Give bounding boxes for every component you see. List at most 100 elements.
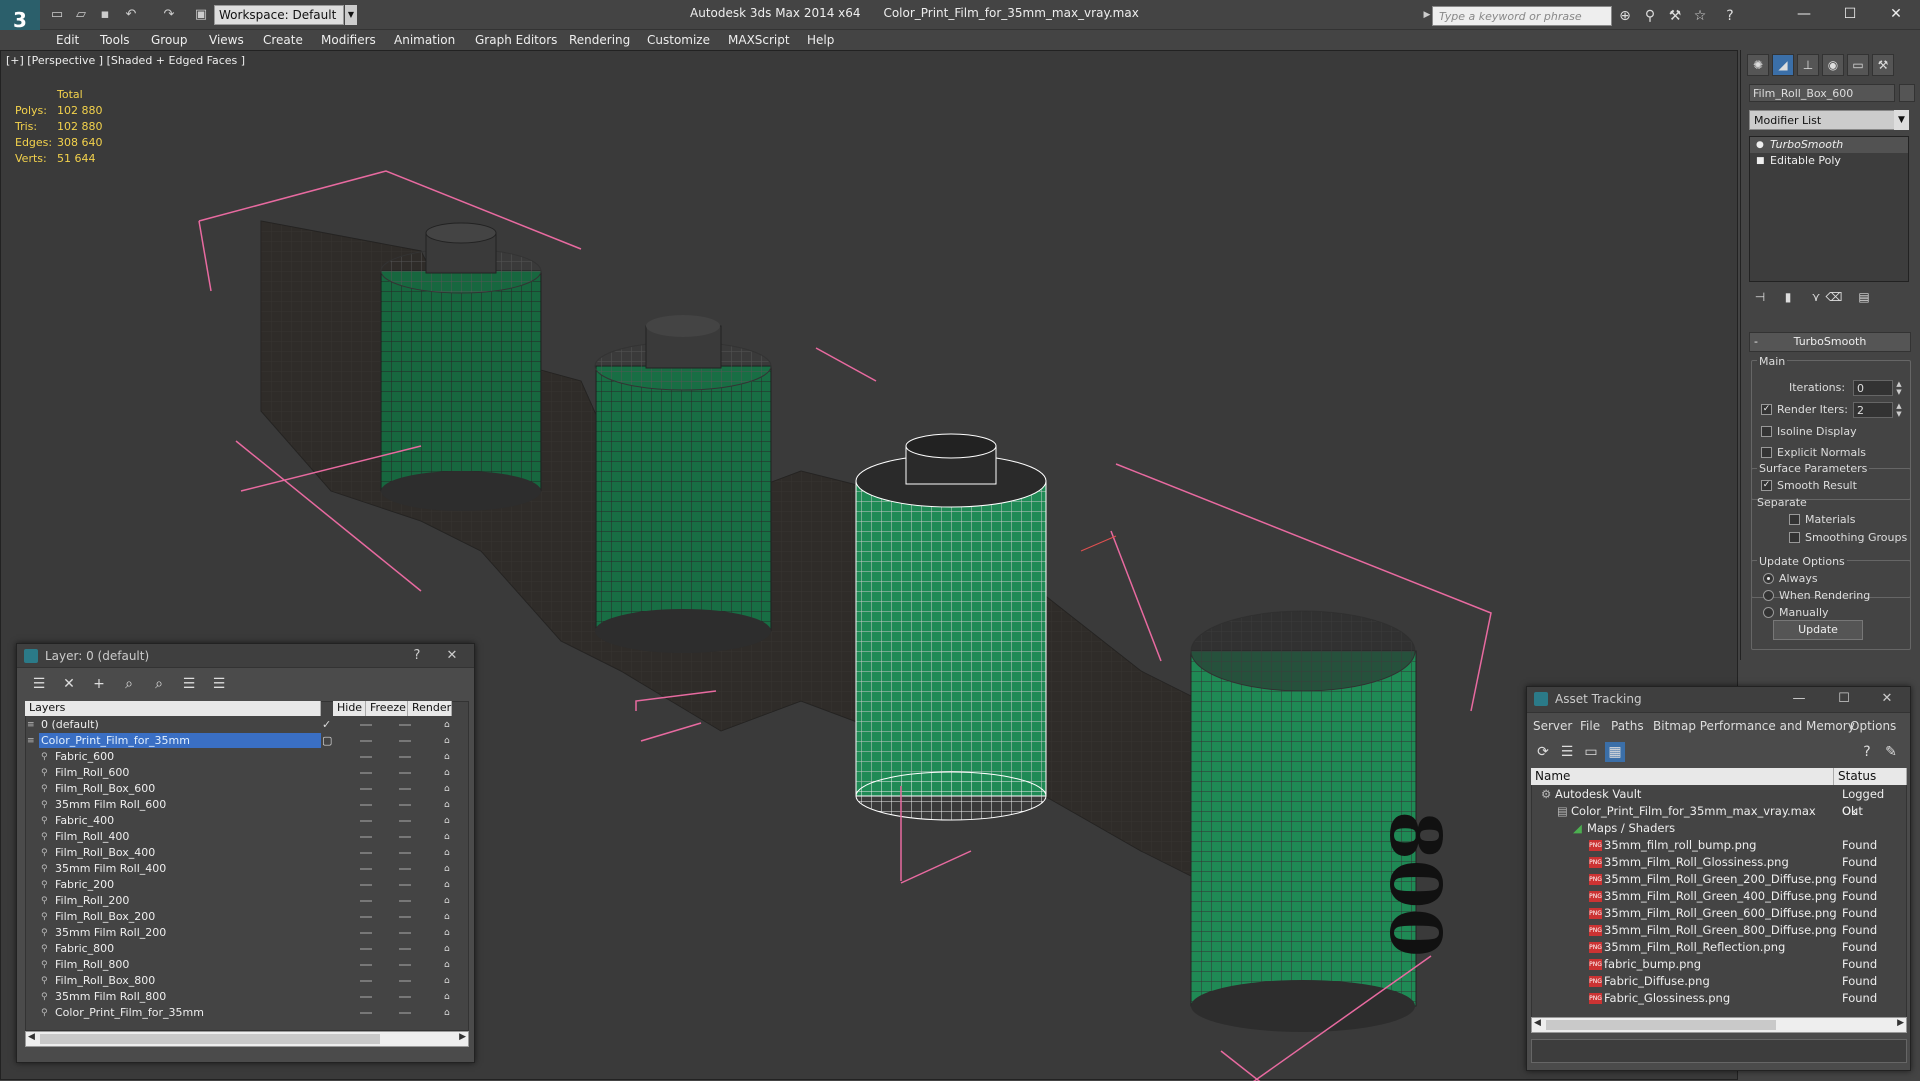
layer-row[interactable]: ⚲ Film_Roll_Box_200 ⌂ <box>25 909 475 925</box>
layer-row[interactable]: ⚲ Film_Roll_Box_600 ⌂ <box>25 781 475 797</box>
column-freeze[interactable]: Freeze <box>366 701 408 716</box>
modifier-list-dropdown[interactable]: Modifier List <box>1749 110 1909 130</box>
menu-animation[interactable]: Animation <box>394 33 455 47</box>
freeze-toggle[interactable] <box>399 772 411 774</box>
render-toggle-icon[interactable]: ⌂ <box>444 896 454 906</box>
asset-row[interactable]: PNG 35mm_Film_Roll_Glossiness.png Found <box>1533 854 1908 871</box>
render-toggle-icon[interactable]: ⌂ <box>444 864 454 874</box>
column-name[interactable]: Name <box>1531 768 1834 785</box>
configure-modifier-sets-icon[interactable]: ▤ <box>1855 290 1873 308</box>
hide-toggle[interactable] <box>360 884 372 886</box>
asset-panel-header[interactable]: Asset Tracking — ☐ ✕ <box>1527 687 1910 713</box>
hide-toggle[interactable] <box>360 916 372 918</box>
freeze-toggle[interactable] <box>399 948 411 950</box>
layer-row[interactable]: ⚲ 35mm Film Roll_200 ⌂ <box>25 925 475 941</box>
menu-options[interactable]: Options <box>1850 719 1896 733</box>
minimize-icon[interactable]: — <box>1789 690 1809 708</box>
scrollbar-thumb[interactable] <box>1546 1020 1776 1030</box>
asset-row[interactable]: PNG 35mm_Film_Roll_Green_800_Diffuse.png F… <box>1533 922 1908 939</box>
freeze-toggle[interactable] <box>399 836 411 838</box>
redo-icon[interactable]: ↷ <box>160 6 178 24</box>
hide-all-icon[interactable]: ☰ <box>179 674 199 694</box>
active-layer-check-icon[interactable]: ✓ <box>322 717 331 733</box>
column-render[interactable]: Render <box>408 701 452 716</box>
layer-panel-header[interactable]: Layer: 0 (default) ? ✕ <box>17 644 474 668</box>
freeze-toggle[interactable] <box>399 964 411 966</box>
search-input[interactable]: Type a keyword or phrase <box>1432 6 1612 26</box>
asset-row[interactable]: ▤ Color_Print_Film_for_35mm_max_vray.max O… <box>1533 803 1908 820</box>
hide-toggle[interactable] <box>360 996 372 998</box>
layer-row[interactable]: ⚲ Film_Roll_Box_400 ⌂ <box>25 845 475 861</box>
freeze-toggle[interactable] <box>399 804 411 806</box>
horizontal-scrollbar[interactable]: ◀ ▶ <box>1531 1017 1907 1033</box>
asset-row[interactable]: ⚙ Autodesk Vault Logged Out <box>1533 786 1908 818</box>
menu-customize[interactable]: Customize <box>647 33 710 47</box>
autodesk-360-icon[interactable]: ⚒ <box>1665 6 1685 26</box>
select-objects-icon[interactable]: ⌕ <box>119 674 139 694</box>
freeze-toggle[interactable] <box>399 980 411 982</box>
turbosmooth-rollout-header[interactable]: - TurboSmooth <box>1749 332 1911 352</box>
render-iters-checkbox[interactable]: ✓ <box>1761 404 1772 415</box>
hide-toggle[interactable] <box>360 756 372 758</box>
asset-row[interactable]: PNG Fabric_Diffuse.png Found <box>1533 973 1908 990</box>
spinner-arrows-icon[interactable]: ▲ ▼ <box>1894 380 1904 396</box>
save-icon[interactable]: ▪ <box>96 6 114 24</box>
horizontal-scrollbar[interactable]: ◀ ▶ <box>25 1031 469 1047</box>
scrollbar-thumb[interactable] <box>40 1034 380 1044</box>
freeze-toggle[interactable] <box>399 916 411 918</box>
freeze-toggle[interactable] <box>399 900 411 902</box>
pin-stack-icon[interactable]: ⊣ <box>1751 290 1769 308</box>
column-layers[interactable]: Layers <box>25 701 321 716</box>
smooth-result-checkbox[interactable]: ✓ <box>1761 480 1772 491</box>
render-toggle-icon[interactable]: ⌂ <box>444 736 454 746</box>
layer-row[interactable]: ⚲ Fabric_600 ⌂ <box>25 749 475 765</box>
object-name-field[interactable]: Film_Roll_Box_600 <box>1749 84 1895 102</box>
stack-item-turbosmooth[interactable]: ● TurboSmooth <box>1750 137 1908 153</box>
delete-layer-icon[interactable]: ✕ <box>59 674 79 694</box>
layer-row[interactable]: ⚲ Fabric_400 ⌂ <box>25 813 475 829</box>
menu-file[interactable]: File <box>1580 719 1600 733</box>
new-file-icon[interactable]: ▭ <box>48 6 66 24</box>
render-toggle-icon[interactable]: ⌂ <box>444 912 454 922</box>
asset-row[interactable]: PNG 35mm_Film_Roll_Green_400_Diffuse.png F… <box>1533 888 1908 905</box>
hierarchy-tab-icon[interactable]: ⊥ <box>1797 54 1819 76</box>
materials-checkbox[interactable] <box>1789 514 1800 525</box>
freeze-toggle[interactable] <box>399 868 411 870</box>
help-icon[interactable]: ? <box>407 647 427 665</box>
menu-create[interactable]: Create <box>263 33 303 47</box>
explicit-normals-checkbox[interactable] <box>1761 447 1772 458</box>
freeze-toggle[interactable] <box>399 740 411 742</box>
close-icon[interactable]: ✕ <box>1877 690 1897 708</box>
render-toggle-icon[interactable]: ⌂ <box>444 848 454 858</box>
hide-toggle[interactable] <box>360 964 372 966</box>
layer-row[interactable]: ⚲ 35mm Film Roll_400 ⌂ <box>25 861 475 877</box>
freeze-toggle[interactable] <box>399 788 411 790</box>
workspace-dropdown-icon[interactable]: ▼ <box>345 5 357 25</box>
hide-toggle[interactable] <box>360 836 372 838</box>
render-toggle-icon[interactable]: ⌂ <box>444 768 454 778</box>
layer-row[interactable]: ⚲ Color_Print_Film_for_35mm ⌂ <box>25 1005 475 1021</box>
menu-bitmap-performance[interactable]: Bitmap Performance and Memory <box>1653 719 1855 733</box>
maximize-icon[interactable]: ☐ <box>1834 690 1854 708</box>
isoline-display-checkbox[interactable] <box>1761 426 1772 437</box>
freeze-toggle[interactable] <box>399 1012 411 1014</box>
freeze-toggle[interactable] <box>399 820 411 822</box>
render-toggle-icon[interactable]: ⌂ <box>444 752 454 762</box>
hide-toggle[interactable] <box>360 948 372 950</box>
menu-edit[interactable]: Edit <box>56 33 79 47</box>
freeze-toggle[interactable] <box>399 852 411 854</box>
render-toggle-icon[interactable]: ⌂ <box>444 832 454 842</box>
iterations-spinner[interactable]: 0 <box>1853 380 1893 396</box>
undo-icon[interactable]: ↶ <box>122 6 140 24</box>
render-toggle-icon[interactable]: ⌂ <box>444 960 454 970</box>
freeze-toggle[interactable] <box>399 756 411 758</box>
manually-radio[interactable] <box>1763 607 1774 618</box>
asset-row[interactable]: PNG 35mm_film_roll_bump.png Found <box>1533 837 1908 854</box>
render-toggle-icon[interactable]: ⌂ <box>444 816 454 826</box>
menu-group[interactable]: Group <box>151 33 188 47</box>
hide-toggle[interactable] <box>360 804 372 806</box>
refresh-icon[interactable]: ⟳ <box>1533 742 1553 762</box>
minimize-button[interactable]: — <box>1782 2 1826 26</box>
layer-row[interactable]: ⚲ Film_Roll_200 ⌂ <box>25 893 475 909</box>
object-color-swatch[interactable] <box>1899 84 1915 102</box>
